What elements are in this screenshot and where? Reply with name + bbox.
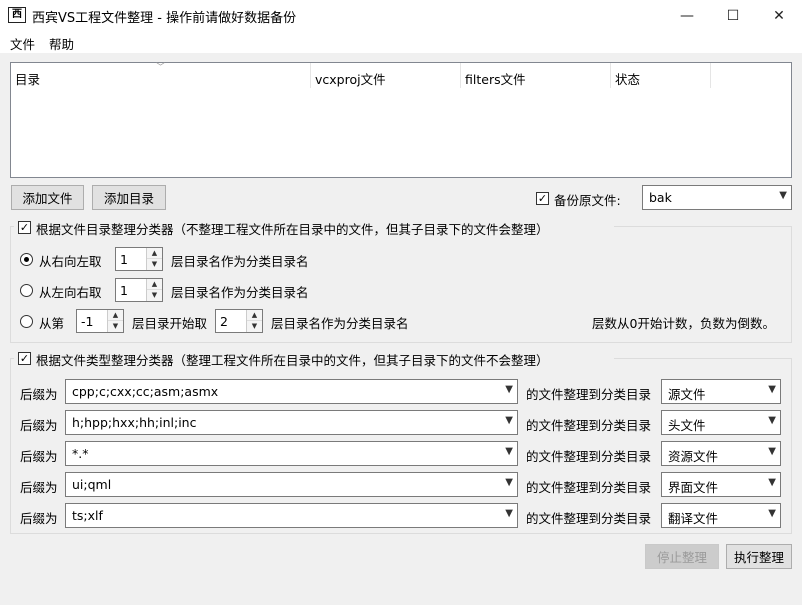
target-category-value: 界面文件 bbox=[668, 480, 719, 495]
spin-up-icon[interactable]: ▲ bbox=[108, 310, 123, 321]
chevron-down-icon: ▼ bbox=[779, 190, 787, 201]
backup-extension-select[interactable]: bak ▼ bbox=[642, 185, 792, 210]
chevron-down-icon: ▼ bbox=[505, 477, 513, 488]
spin-down-icon[interactable]: ▼ bbox=[247, 321, 262, 332]
radio-right-to-left-label: 从右向左取 bbox=[39, 254, 102, 269]
target-category-select[interactable]: 资源文件 ▼ bbox=[661, 441, 781, 466]
minimize-button[interactable]: — bbox=[664, 0, 710, 31]
app-icon: 西 bbox=[8, 7, 26, 23]
chevron-down-icon: ▼ bbox=[768, 446, 776, 457]
column-header-vcxproj[interactable]: vcxproj文件 bbox=[311, 63, 461, 88]
backup-label: 备份原文件: bbox=[554, 193, 621, 208]
title-bar: 西 西宾VS工程文件整理 - 操作前请做好数据备份 — ☐ ✕ bbox=[0, 0, 802, 31]
window-title: 西宾VS工程文件整理 - 操作前请做好数据备份 bbox=[32, 11, 297, 26]
take-levels-suffix: 层目录名作为分类目录名 bbox=[271, 316, 409, 331]
spin-value: 1 bbox=[120, 283, 128, 298]
suffix-pattern-combo[interactable]: *.* ▼ bbox=[65, 441, 518, 466]
stop-organize-button[interactable]: 停止整理 bbox=[645, 544, 719, 569]
target-category-select[interactable]: 翻译文件 ▼ bbox=[661, 503, 781, 528]
spin-value: -1 bbox=[81, 314, 94, 329]
row-prefix-label: 后缀为 bbox=[20, 511, 58, 526]
radio-right-to-left[interactable] bbox=[20, 253, 33, 266]
spin-up-icon[interactable]: ▲ bbox=[247, 310, 262, 321]
column-header-filters[interactable]: filters文件 bbox=[461, 63, 611, 88]
suffix-pattern-combo[interactable]: cpp;c;cxx;cc;asm;asmx ▼ bbox=[65, 379, 518, 404]
take-levels-spinbox[interactable]: 2 ▲ ▼ bbox=[215, 309, 263, 333]
left-to-right-levels-spinbox[interactable]: 1 ▲ ▼ bbox=[115, 278, 163, 302]
chevron-down-icon: ▼ bbox=[768, 477, 776, 488]
spin-down-icon[interactable]: ▼ bbox=[147, 259, 162, 270]
close-button[interactable]: ✕ bbox=[756, 0, 802, 31]
run-organize-button[interactable]: 执行整理 bbox=[726, 544, 792, 569]
target-category-value: 头文件 bbox=[668, 418, 706, 433]
directory-classifier-label: 根据文件目录整理分类器（不整理工程文件所在目录中的文件，但其子目录下的文件会整理… bbox=[36, 222, 549, 237]
radio-from-level[interactable] bbox=[20, 315, 33, 328]
spin-value: 1 bbox=[120, 252, 128, 267]
row-mid-label: 的文件整理到分类目录 bbox=[526, 511, 652, 526]
target-category-value: 资源文件 bbox=[668, 449, 719, 464]
target-category-select[interactable]: 界面文件 ▼ bbox=[661, 472, 781, 497]
directory-classifier-checkbox[interactable]: ✓ bbox=[18, 221, 31, 234]
chevron-down-icon: ▼ bbox=[505, 415, 513, 426]
suffix-pattern-value: *.* bbox=[72, 446, 89, 461]
start-level-mid-text: 层目录开始取 bbox=[132, 316, 208, 331]
maximize-button[interactable]: ☐ bbox=[710, 0, 756, 31]
menu-file[interactable]: 文件 bbox=[10, 34, 35, 53]
row-prefix-label: 后缀为 bbox=[20, 418, 58, 433]
suffix-pattern-combo[interactable]: ts;xlf ▼ bbox=[65, 503, 518, 528]
radio-selected-dot bbox=[24, 257, 29, 262]
row-mid-label: 的文件整理到分类目录 bbox=[526, 449, 652, 464]
row-prefix-label: 后缀为 bbox=[20, 449, 58, 464]
backup-extension-value: bak bbox=[649, 190, 672, 205]
suffix-pattern-combo[interactable]: h;hpp;hxx;hh;inl;inc ▼ bbox=[65, 410, 518, 435]
level-count-note: 层数从0开始计数，负数为倒数。 bbox=[592, 316, 775, 331]
chevron-down-icon: ▼ bbox=[505, 384, 513, 395]
add-directory-button[interactable]: 添加目录 bbox=[92, 185, 166, 210]
right-to-left-suffix: 层目录名作为分类目录名 bbox=[171, 254, 309, 269]
menu-bar: 文件 帮助 bbox=[0, 31, 802, 53]
suffix-pattern-value: h;hpp;hxx;hh;inl;inc bbox=[72, 415, 197, 430]
chevron-down-icon: ▼ bbox=[768, 384, 776, 395]
menu-help[interactable]: 帮助 bbox=[49, 34, 74, 53]
target-category-select[interactable]: 头文件 ▼ bbox=[661, 410, 781, 435]
target-category-value: 源文件 bbox=[668, 387, 706, 402]
target-category-value: 翻译文件 bbox=[668, 511, 719, 526]
type-classifier-checkbox[interactable]: ✓ bbox=[18, 352, 31, 365]
row-mid-label: 的文件整理到分类目录 bbox=[526, 387, 652, 402]
spin-value: 2 bbox=[220, 314, 228, 329]
suffix-pattern-combo[interactable]: ui;qml ▼ bbox=[65, 472, 518, 497]
radio-from-level-label: 从第 bbox=[39, 316, 65, 331]
suffix-pattern-value: cpp;c;cxx;cc;asm;asmx bbox=[72, 384, 219, 399]
spin-up-icon[interactable]: ▲ bbox=[147, 248, 162, 259]
chevron-down-icon: ▼ bbox=[768, 508, 776, 519]
spin-down-icon[interactable]: ▼ bbox=[147, 290, 162, 301]
backup-checkbox[interactable]: ✓ bbox=[536, 192, 549, 205]
row-prefix-label: 后缀为 bbox=[20, 480, 58, 495]
radio-left-to-right[interactable] bbox=[20, 284, 33, 297]
row-mid-label: 的文件整理到分类目录 bbox=[526, 418, 652, 433]
add-file-button[interactable]: 添加文件 bbox=[11, 185, 84, 210]
target-category-select[interactable]: 源文件 ▼ bbox=[661, 379, 781, 404]
radio-left-to-right-label: 从左向右取 bbox=[39, 285, 102, 300]
column-header-status[interactable]: 状态 bbox=[611, 63, 711, 88]
start-level-spinbox[interactable]: -1 ▲ ▼ bbox=[76, 309, 124, 333]
spin-up-icon[interactable]: ▲ bbox=[147, 279, 162, 290]
type-classifier-label: 根据文件类型整理分类器（整理工程文件所在目录中的文件，但其子目录下的文件不会整理… bbox=[36, 353, 549, 368]
chevron-down-icon: ▼ bbox=[505, 446, 513, 457]
chevron-down-icon: ▼ bbox=[505, 508, 513, 519]
chevron-down-icon: ▼ bbox=[768, 415, 776, 426]
suffix-pattern-value: ui;qml bbox=[72, 477, 112, 492]
suffix-pattern-value: ts;xlf bbox=[72, 508, 103, 523]
file-list[interactable]: 目录 ﹀ vcxproj文件 filters文件 状态 bbox=[10, 62, 792, 178]
sort-chevron-icon: ﹀ bbox=[156, 63, 166, 73]
right-to-left-levels-spinbox[interactable]: 1 ▲ ▼ bbox=[115, 247, 163, 271]
row-prefix-label: 后缀为 bbox=[20, 387, 58, 402]
row-mid-label: 的文件整理到分类目录 bbox=[526, 480, 652, 495]
spin-down-icon[interactable]: ▼ bbox=[108, 321, 123, 332]
left-to-right-suffix: 层目录名作为分类目录名 bbox=[171, 285, 309, 300]
